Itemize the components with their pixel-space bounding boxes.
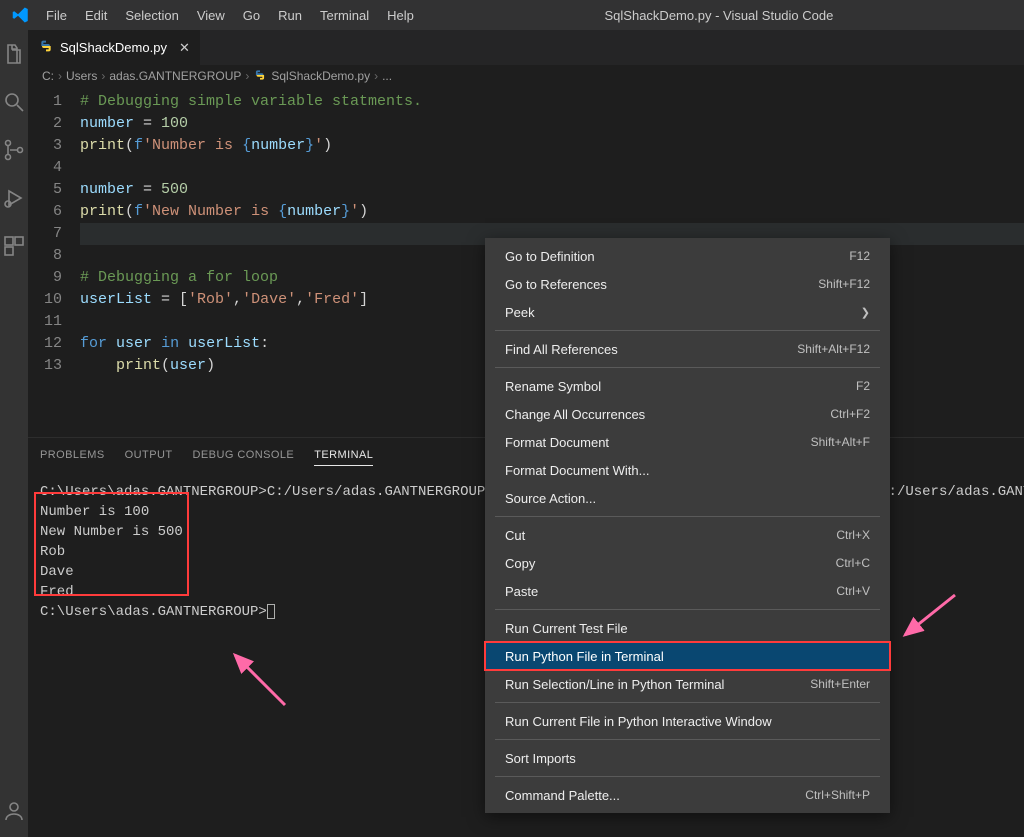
ctx-shortcut: F2 [856, 379, 870, 393]
ctx-item-label: Source Action... [505, 491, 596, 506]
vscode-logo-icon [8, 6, 34, 24]
breadcrumb-part[interactable]: adas.GANTNERGROUP [109, 69, 241, 83]
panel-tab-terminal[interactable]: TERMINAL [314, 445, 373, 466]
menu-selection[interactable]: Selection [117, 4, 186, 27]
ctx-shortcut: Ctrl+F2 [830, 407, 870, 421]
python-file-icon [38, 38, 54, 57]
breadcrumb-part[interactable]: SqlShackDemo.py [271, 69, 370, 83]
code-line[interactable]: number = 500 [80, 179, 1024, 201]
menu-go[interactable]: Go [235, 4, 268, 27]
ctx-item-label: Paste [505, 584, 538, 599]
code-line[interactable]: # Debugging simple variable statments. [80, 91, 1024, 113]
ctx-cut[interactable]: Cut Ctrl+X [485, 521, 890, 549]
ctx-run-current-file-in-python-interactive-window[interactable]: Run Current File in Python Interactive W… [485, 707, 890, 735]
ctx-rename-symbol[interactable]: Rename Symbol F2 [485, 372, 890, 400]
ctx-item-label: Peek [505, 305, 535, 320]
annotation-arrow-icon [895, 585, 965, 658]
ctx-shortcut: Ctrl+C [836, 556, 870, 570]
context-menu: Go to Definition F12 Go to References Shift… [485, 238, 890, 813]
ctx-go-to-references[interactable]: Go to References Shift+F12 [485, 270, 890, 298]
code-line[interactable]: print(f'New Number is {number}') [80, 201, 1024, 223]
ctx-item-label: Change All Occurrences [505, 407, 645, 422]
accounts-icon[interactable] [0, 797, 28, 825]
menu-view[interactable]: View [189, 4, 233, 27]
ctx-run-selection-line-in-python-terminal[interactable]: Run Selection/Line in Python Terminal Shi… [485, 670, 890, 698]
ctx-sort-imports[interactable]: Sort Imports [485, 744, 890, 772]
ctx-item-label: Go to References [505, 277, 607, 292]
ctx-peek[interactable]: Peek ❯ [485, 298, 890, 326]
breadcrumb-part[interactable]: ... [382, 69, 392, 83]
ctx-shortcut: Ctrl+Shift+P [805, 788, 870, 802]
code-line[interactable]: print(f'Number is {number}') [80, 135, 1024, 157]
annotation-arrow-icon [225, 645, 295, 718]
ctx-source-action[interactable]: Source Action... [485, 484, 890, 512]
ctx-shortcut: Ctrl+X [836, 528, 870, 542]
ctx-item-label: Format Document [505, 435, 609, 450]
panel-tab-output[interactable]: OUTPUT [125, 445, 173, 465]
activity-bar [0, 30, 28, 837]
close-icon[interactable]: ✕ [179, 40, 190, 56]
ctx-run-python-file-in-terminal[interactable]: Run Python File in Terminal [485, 642, 890, 670]
python-file-icon [253, 68, 267, 85]
ctx-paste[interactable]: Paste Ctrl+V [485, 577, 890, 605]
menu-edit[interactable]: Edit [77, 4, 115, 27]
menu-file[interactable]: File [38, 4, 75, 27]
breadcrumb-part[interactable]: Users [66, 69, 97, 83]
editor-tab[interactable]: SqlShackDemo.py ✕ [28, 30, 200, 65]
ctx-command-palette[interactable]: Command Palette... Ctrl+Shift+P [485, 781, 890, 809]
ctx-copy[interactable]: Copy Ctrl+C [485, 549, 890, 577]
ctx-format-document[interactable]: Format Document Shift+Alt+F [485, 428, 890, 456]
run-debug-icon[interactable] [0, 184, 28, 212]
panel-tab-debug-console[interactable]: DEBUG CONSOLE [193, 445, 295, 465]
panel-tab-problems[interactable]: PROBLEMS [40, 445, 105, 465]
ctx-item-label: Find All References [505, 342, 618, 357]
explorer-icon[interactable] [0, 40, 28, 68]
line-gutter: 12345678910111213 [28, 91, 80, 377]
ctx-item-label: Format Document With... [505, 463, 649, 478]
ctx-item-label: Rename Symbol [505, 379, 601, 394]
extensions-icon[interactable] [0, 232, 28, 260]
ctx-find-all-references[interactable]: Find All References Shift+Alt+F12 [485, 335, 890, 363]
ctx-item-label: Go to Definition [505, 249, 595, 264]
ctx-shortcut: F12 [849, 249, 870, 263]
ctx-format-document-with[interactable]: Format Document With... [485, 456, 890, 484]
annotation-box [34, 492, 189, 596]
code-line[interactable]: number = 100 [80, 113, 1024, 135]
ctx-item-label: Command Palette... [505, 788, 620, 803]
editor-tabs: SqlShackDemo.py ✕ [28, 30, 1024, 65]
ctx-item-label: Run Current File in Python Interactive W… [505, 714, 772, 729]
window-title: SqlShackDemo.py - Visual Studio Code [422, 8, 1016, 23]
menu-run[interactable]: Run [270, 4, 310, 27]
ctx-shortcut: Shift+Alt+F12 [797, 342, 870, 356]
ctx-item-label: Run Python File in Terminal [505, 649, 664, 664]
breadcrumb-part[interactable]: C: [42, 69, 54, 83]
ctx-shortcut: Shift+Enter [810, 677, 870, 691]
ctx-shortcut: Shift+F12 [818, 277, 870, 291]
source-control-icon[interactable] [0, 136, 28, 164]
ctx-item-label: Run Current Test File [505, 621, 628, 636]
search-icon[interactable] [0, 88, 28, 116]
ctx-shortcut: Ctrl+V [836, 584, 870, 598]
ctx-item-label: Sort Imports [505, 751, 576, 766]
menu-bar: FileEditSelectionViewGoRunTerminalHelp [38, 4, 422, 27]
ctx-change-all-occurrences[interactable]: Change All Occurrences Ctrl+F2 [485, 400, 890, 428]
menu-terminal[interactable]: Terminal [312, 4, 377, 27]
breadcrumbs[interactable]: C: › Users › adas.GANTNERGROUP › SqlShac… [28, 65, 1024, 87]
tab-filename: SqlShackDemo.py [60, 40, 167, 55]
code-line[interactable] [80, 157, 1024, 179]
title-bar: FileEditSelectionViewGoRunTerminalHelp S… [0, 0, 1024, 30]
ctx-go-to-definition[interactable]: Go to Definition F12 [485, 242, 890, 270]
ctx-item-label: Copy [505, 556, 535, 571]
chevron-right-icon: ❯ [861, 306, 870, 319]
ctx-item-label: Run Selection/Line in Python Terminal [505, 677, 724, 692]
ctx-run-current-test-file[interactable]: Run Current Test File [485, 614, 890, 642]
ctx-item-label: Cut [505, 528, 525, 543]
ctx-shortcut: Shift+Alt+F [811, 435, 870, 449]
menu-help[interactable]: Help [379, 4, 422, 27]
